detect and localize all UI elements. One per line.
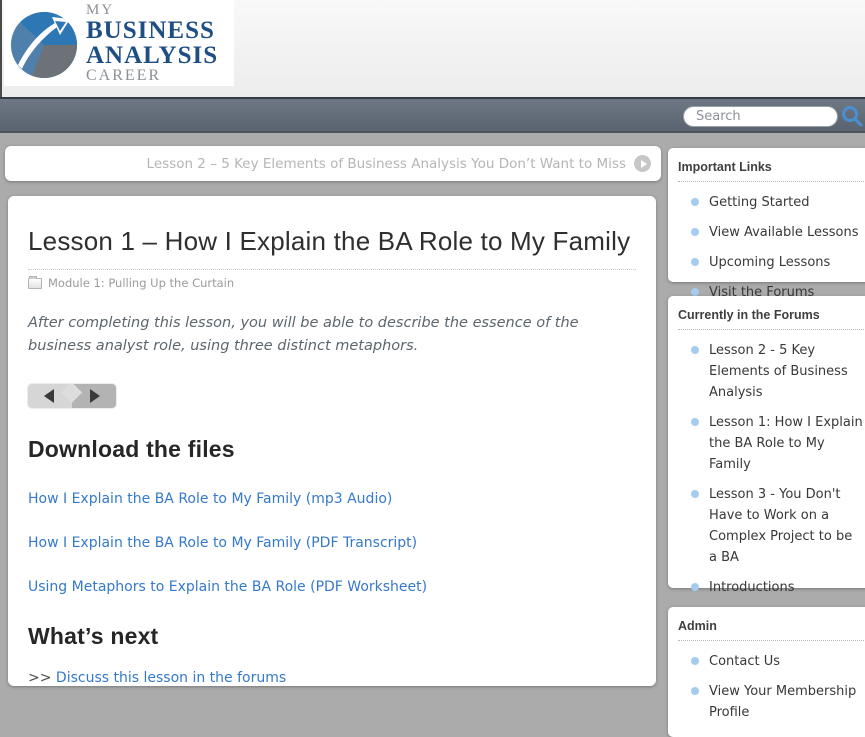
sidebar-item-upcoming-lessons[interactable]: Upcoming Lessons <box>678 252 865 282</box>
article-meta: Module 1: Pulling Up the Curtain <box>28 276 636 290</box>
admin-item-membership-profile[interactable]: View Your Membership Profile <box>678 681 865 732</box>
forum-thread-lesson-2[interactable]: Lesson 2 - 5 Key Elements of Business An… <box>678 340 865 412</box>
sidebar-item-view-available-lessons[interactable]: View Available Lessons <box>678 222 865 252</box>
logo-line-business: BUSINESS <box>86 18 218 43</box>
download-files-heading: Download the files <box>28 436 636 463</box>
logo-text: MY BUSINESS ANALYSIS CAREER <box>86 3 218 84</box>
forum-thread-introductions[interactable]: Introductions <box>678 577 865 607</box>
logo-globe-icon <box>8 7 80 83</box>
lesson-objective: After completing this lesson, you will b… <box>28 312 636 358</box>
whats-next-heading: What’s next <box>28 623 636 650</box>
search-icon[interactable] <box>841 105 863 127</box>
discuss-forums-link[interactable]: Discuss this lesson in the forums <box>56 670 286 686</box>
download-link-pdf-worksheet[interactable]: Using Metaphors to Explain the BA Role (… <box>28 579 636 595</box>
module-label[interactable]: Module 1: Pulling Up the Curtain <box>48 276 234 290</box>
sidebar-section-title: Admin <box>678 619 865 641</box>
sidebar-section-title: Currently in the Forums <box>678 308 865 330</box>
rewind-button[interactable] <box>28 384 72 408</box>
logo-line-analysis: ANALYSIS <box>86 43 218 68</box>
link-prefix: >> <box>28 670 56 686</box>
whats-next-row: >> Discuss this lesson in the forums <box>28 670 636 686</box>
lesson-article: Lesson 1 – How I Explain the BA Role to … <box>8 196 656 686</box>
sidebar-item-getting-started[interactable]: Getting Started <box>678 192 865 222</box>
download-link-pdf-transcript[interactable]: How I Explain the BA Role to My Family (… <box>28 535 636 551</box>
next-lesson-bar[interactable]: Lesson 2 – 5 Key Elements of Business An… <box>5 146 661 181</box>
sidebar-currently-in-forums: Currently in the Forums Lesson 2 - 5 Key… <box>668 296 865 588</box>
logo-line-career: CAREER <box>86 68 218 84</box>
folder-icon <box>28 278 42 289</box>
search-input[interactable] <box>683 106 838 127</box>
download-link-mp3-audio[interactable]: How I Explain the BA Role to My Family (… <box>28 491 636 507</box>
site-logo[interactable]: MY BUSINESS ANALYSIS CAREER <box>4 0 234 86</box>
page-title: Lesson 1 – How I Explain the BA Role to … <box>28 226 636 270</box>
forum-thread-lesson-1[interactable]: Lesson 1: How I Explain the BA Role to M… <box>678 412 865 484</box>
sidebar-important-links: Important Links Getting Started View Ava… <box>668 148 865 282</box>
audio-player <box>28 384 116 408</box>
next-arrow-icon[interactable] <box>634 155 651 172</box>
admin-item-contact-us[interactable]: Contact Us <box>678 651 865 681</box>
sidebar-admin: Admin Contact Us View Your Membership Pr… <box>668 607 865 737</box>
forum-thread-lesson-3[interactable]: Lesson 3 - You Don't Have to Work on a C… <box>678 484 865 577</box>
next-lesson-label: Lesson 2 – 5 Key Elements of Business An… <box>147 156 626 172</box>
site-header: MY BUSINESS ANALYSIS CAREER <box>0 0 865 97</box>
logo-line-my: MY <box>86 3 218 18</box>
sidebar-section-title: Important Links <box>678 160 865 182</box>
navigation-bar <box>0 97 865 133</box>
